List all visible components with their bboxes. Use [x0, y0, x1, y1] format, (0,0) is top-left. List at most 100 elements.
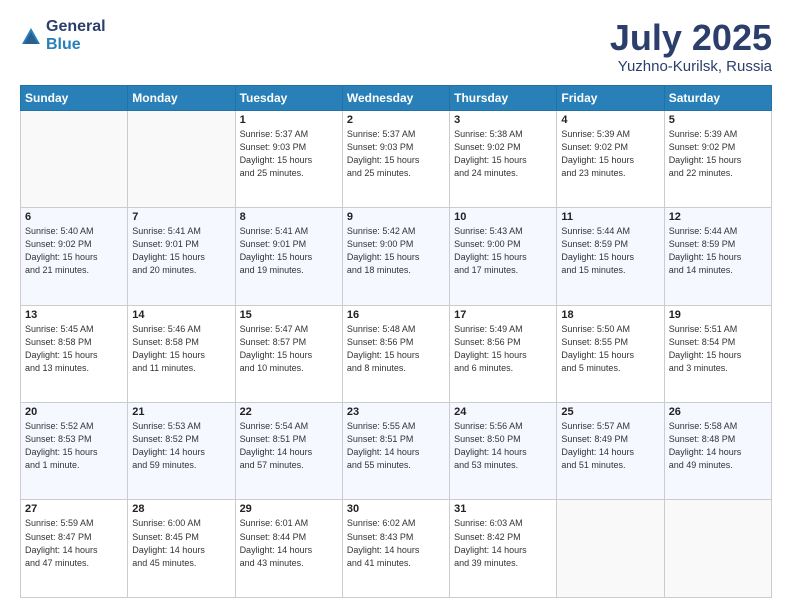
- weekday-row: SundayMondayTuesdayWednesdayThursdayFrid…: [21, 85, 772, 110]
- calendar-day-cell: 18 Sunrise: 5:50 AM Sunset: 8:55 PM Dayli…: [557, 305, 664, 402]
- day-info: Sunrise: 5:53 AM Sunset: 8:52 PM Dayligh…: [132, 420, 230, 472]
- page: General Blue July 2025 Yuzhno-Kurilsk, R…: [0, 0, 792, 612]
- day-info: Sunrise: 5:52 AM Sunset: 8:53 PM Dayligh…: [25, 420, 123, 472]
- day-info: Sunrise: 5:45 AM Sunset: 8:58 PM Dayligh…: [25, 323, 123, 375]
- calendar-week-row: 6 Sunrise: 5:40 AM Sunset: 9:02 PM Daylig…: [21, 208, 772, 305]
- day-number: 1: [240, 114, 338, 126]
- calendar-day-cell: 2 Sunrise: 5:37 AM Sunset: 9:03 PM Daylig…: [342, 110, 449, 207]
- calendar-day-cell: 24 Sunrise: 5:56 AM Sunset: 8:50 PM Dayli…: [450, 403, 557, 500]
- day-info: Sunrise: 5:54 AM Sunset: 8:51 PM Dayligh…: [240, 420, 338, 472]
- calendar-day-cell: 4 Sunrise: 5:39 AM Sunset: 9:02 PM Daylig…: [557, 110, 664, 207]
- calendar-day-cell: 20 Sunrise: 5:52 AM Sunset: 8:53 PM Dayli…: [21, 403, 128, 500]
- day-number: 26: [669, 406, 767, 418]
- header: General Blue July 2025 Yuzhno-Kurilsk, R…: [20, 18, 772, 75]
- day-info: Sunrise: 5:39 AM Sunset: 9:02 PM Dayligh…: [561, 128, 659, 180]
- day-info: Sunrise: 5:57 AM Sunset: 8:49 PM Dayligh…: [561, 420, 659, 472]
- calendar-body: 1 Sunrise: 5:37 AM Sunset: 9:03 PM Daylig…: [21, 110, 772, 597]
- day-info: Sunrise: 5:41 AM Sunset: 9:01 PM Dayligh…: [132, 225, 230, 277]
- title-month: July 2025: [610, 18, 772, 58]
- logo: General Blue: [20, 18, 106, 53]
- logo-text: General Blue: [46, 18, 106, 53]
- calendar-week-row: 13 Sunrise: 5:45 AM Sunset: 8:58 PM Dayli…: [21, 305, 772, 402]
- calendar-day-cell: 5 Sunrise: 5:39 AM Sunset: 9:02 PM Daylig…: [664, 110, 771, 207]
- day-number: 17: [454, 309, 552, 321]
- day-number: 18: [561, 309, 659, 321]
- day-info: Sunrise: 5:37 AM Sunset: 9:03 PM Dayligh…: [347, 128, 445, 180]
- calendar-day-cell: 30 Sunrise: 6:02 AM Sunset: 8:43 PM Dayli…: [342, 500, 449, 598]
- day-info: Sunrise: 5:44 AM Sunset: 8:59 PM Dayligh…: [669, 225, 767, 277]
- day-number: 27: [25, 503, 123, 515]
- calendar-day-cell: 26 Sunrise: 5:58 AM Sunset: 8:48 PM Dayli…: [664, 403, 771, 500]
- day-info: Sunrise: 6:01 AM Sunset: 8:44 PM Dayligh…: [240, 517, 338, 569]
- day-number: 24: [454, 406, 552, 418]
- calendar-day-cell: 22Sunrise: 5:54 AM Sunset: 8:51 PM Dayli…: [235, 403, 342, 500]
- calendar-day-cell: [128, 110, 235, 207]
- calendar-day-cell: 9 Sunrise: 5:42 AM Sunset: 9:00 PM Daylig…: [342, 208, 449, 305]
- day-number: 28: [132, 503, 230, 515]
- day-info: Sunrise: 5:43 AM Sunset: 9:00 PM Dayligh…: [454, 225, 552, 277]
- day-number: 15: [240, 309, 338, 321]
- day-info: Sunrise: 6:00 AM Sunset: 8:45 PM Dayligh…: [132, 517, 230, 569]
- weekday-header: Wednesday: [342, 85, 449, 110]
- day-info: Sunrise: 5:37 AM Sunset: 9:03 PM Dayligh…: [240, 128, 338, 180]
- day-info: Sunrise: 5:56 AM Sunset: 8:50 PM Dayligh…: [454, 420, 552, 472]
- day-number: 4: [561, 114, 659, 126]
- weekday-header: Sunday: [21, 85, 128, 110]
- weekday-header: Saturday: [664, 85, 771, 110]
- day-number: 9: [347, 211, 445, 223]
- day-info: Sunrise: 5:50 AM Sunset: 8:55 PM Dayligh…: [561, 323, 659, 375]
- calendar-day-cell: 27 Sunrise: 5:59 AM Sunset: 8:47 PM Dayli…: [21, 500, 128, 598]
- weekday-header: Friday: [557, 85, 664, 110]
- day-number: 21: [132, 406, 230, 418]
- day-number: 16: [347, 309, 445, 321]
- day-number: 13: [25, 309, 123, 321]
- day-info: Sunrise: 5:39 AM Sunset: 9:02 PM Dayligh…: [669, 128, 767, 180]
- calendar-day-cell: 21 Sunrise: 5:53 AM Sunset: 8:52 PM Dayli…: [128, 403, 235, 500]
- calendar-day-cell: 7 Sunrise: 5:41 AM Sunset: 9:01 PM Daylig…: [128, 208, 235, 305]
- calendar-day-cell: 8Sunrise: 5:41 AM Sunset: 9:01 PM Daylig…: [235, 208, 342, 305]
- day-number: 7: [132, 211, 230, 223]
- title-block: July 2025 Yuzhno-Kurilsk, Russia: [610, 18, 772, 75]
- weekday-header: Tuesday: [235, 85, 342, 110]
- calendar-day-cell: 13 Sunrise: 5:45 AM Sunset: 8:58 PM Dayli…: [21, 305, 128, 402]
- day-info: Sunrise: 5:44 AM Sunset: 8:59 PM Dayligh…: [561, 225, 659, 277]
- day-number: 5: [669, 114, 767, 126]
- calendar-day-cell: 1 Sunrise: 5:37 AM Sunset: 9:03 PM Daylig…: [235, 110, 342, 207]
- calendar-day-cell: 29Sunrise: 6:01 AM Sunset: 8:44 PM Dayli…: [235, 500, 342, 598]
- calendar-day-cell: 12 Sunrise: 5:44 AM Sunset: 8:59 PM Dayli…: [664, 208, 771, 305]
- title-location: Yuzhno-Kurilsk, Russia: [610, 58, 772, 75]
- calendar-day-cell: [664, 500, 771, 598]
- calendar-day-cell: 11 Sunrise: 5:44 AM Sunset: 8:59 PM Dayli…: [557, 208, 664, 305]
- logo-icon: [20, 26, 42, 48]
- calendar-day-cell: [557, 500, 664, 598]
- day-number: 10: [454, 211, 552, 223]
- calendar-day-cell: 23Sunrise: 5:55 AM Sunset: 8:51 PM Dayli…: [342, 403, 449, 500]
- day-info: Sunrise: 5:42 AM Sunset: 9:00 PM Dayligh…: [347, 225, 445, 277]
- day-info: Sunrise: 5:59 AM Sunset: 8:47 PM Dayligh…: [25, 517, 123, 569]
- calendar-day-cell: 19 Sunrise: 5:51 AM Sunset: 8:54 PM Dayli…: [664, 305, 771, 402]
- day-number: 3: [454, 114, 552, 126]
- day-info: Sunrise: 5:55 AM Sunset: 8:51 PM Dayligh…: [347, 420, 445, 472]
- calendar-day-cell: [21, 110, 128, 207]
- calendar-day-cell: 16 Sunrise: 5:48 AM Sunset: 8:56 PM Dayli…: [342, 305, 449, 402]
- day-info: Sunrise: 6:02 AM Sunset: 8:43 PM Dayligh…: [347, 517, 445, 569]
- day-number: 19: [669, 309, 767, 321]
- day-number: 2: [347, 114, 445, 126]
- day-number: 20: [25, 406, 123, 418]
- day-number: 12: [669, 211, 767, 223]
- day-number: 30: [347, 503, 445, 515]
- calendar-day-cell: 31Sunrise: 6:03 AM Sunset: 8:42 PM Dayli…: [450, 500, 557, 598]
- day-number: 25: [561, 406, 659, 418]
- day-info: Sunrise: 5:41 AM Sunset: 9:01 PM Dayligh…: [240, 225, 338, 277]
- day-info: Sunrise: 5:40 AM Sunset: 9:02 PM Dayligh…: [25, 225, 123, 277]
- day-info: Sunrise: 5:38 AM Sunset: 9:02 PM Dayligh…: [454, 128, 552, 180]
- day-info: Sunrise: 6:03 AM Sunset: 8:42 PM Dayligh…: [454, 517, 552, 569]
- day-number: 11: [561, 211, 659, 223]
- calendar-week-row: 20 Sunrise: 5:52 AM Sunset: 8:53 PM Dayli…: [21, 403, 772, 500]
- day-info: Sunrise: 5:49 AM Sunset: 8:56 PM Dayligh…: [454, 323, 552, 375]
- day-info: Sunrise: 5:58 AM Sunset: 8:48 PM Dayligh…: [669, 420, 767, 472]
- day-number: 6: [25, 211, 123, 223]
- day-info: Sunrise: 5:51 AM Sunset: 8:54 PM Dayligh…: [669, 323, 767, 375]
- calendar-day-cell: 15Sunrise: 5:47 AM Sunset: 8:57 PM Dayli…: [235, 305, 342, 402]
- day-info: Sunrise: 5:48 AM Sunset: 8:56 PM Dayligh…: [347, 323, 445, 375]
